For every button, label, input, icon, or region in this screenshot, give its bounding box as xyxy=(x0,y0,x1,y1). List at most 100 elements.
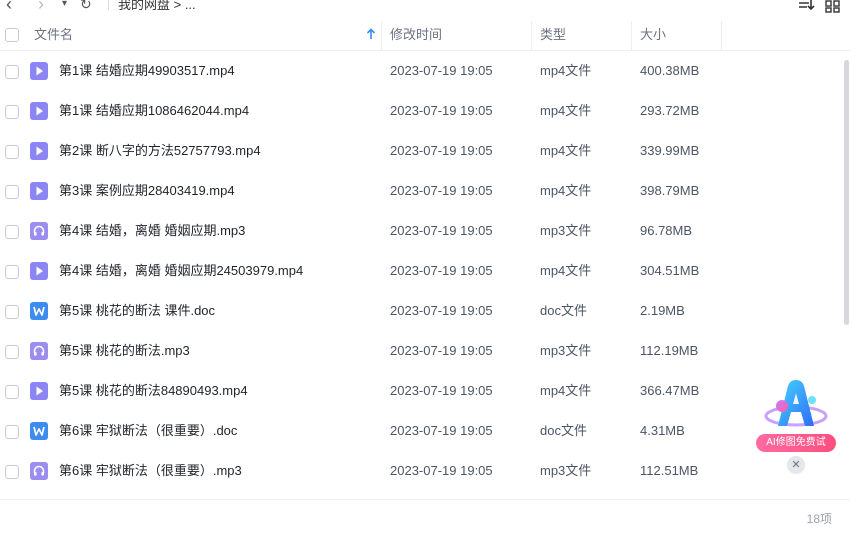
file-modified-time: 2023-07-19 19:05 xyxy=(390,303,493,318)
file-modified-time: 2023-07-19 19:05 xyxy=(390,63,493,78)
file-name[interactable]: 第1课 结婚应期1086462044.mp4 xyxy=(59,91,249,131)
file-type: mp4文件 xyxy=(540,103,592,118)
file-size: 96.78MB xyxy=(640,223,693,238)
file-modified-time: 2023-07-19 19:05 xyxy=(390,263,493,278)
video-icon xyxy=(30,62,48,80)
select-all-checkbox[interactable] xyxy=(5,28,19,42)
file-modified-time: 2023-07-19 19:05 xyxy=(390,223,493,238)
file-row[interactable]: 第2课 断八字的方法52757793.mp4 2023-07-19 19:05 … xyxy=(0,131,850,171)
file-name[interactable]: 第4课 结婚，离婚 婚姻应期24503979.mp4 xyxy=(59,251,303,291)
file-size: 112.51MB xyxy=(640,463,699,478)
file-name[interactable]: 第1课 结婚应期49903517.mp4 xyxy=(59,51,235,91)
file-row[interactable]: 第6课 牢狱断法（很重要）.doc 2023-07-19 19:05 doc文件… xyxy=(0,411,850,451)
row-checkbox[interactable] xyxy=(5,385,19,399)
file-modified-time: 2023-07-19 19:05 xyxy=(390,183,493,198)
grid-view-icon[interactable] xyxy=(824,0,842,13)
file-name[interactable]: 第5课 桃花的断法 课件.doc xyxy=(59,291,215,331)
file-size: 400.38MB xyxy=(640,63,700,78)
word-icon xyxy=(30,302,48,320)
sort-icon[interactable] xyxy=(797,0,815,13)
audio-icon xyxy=(30,222,48,240)
sort-ascending-icon[interactable] xyxy=(366,28,376,40)
row-checkbox[interactable] xyxy=(5,65,19,79)
forward-icon[interactable]: › xyxy=(38,0,44,15)
file-modified-time: 2023-07-19 19:05 xyxy=(390,103,493,118)
top-toolbar: ‹ › ▾ ↻ 我的网盘 > ... xyxy=(0,0,850,16)
file-modified-time: 2023-07-19 19:05 xyxy=(390,343,493,358)
row-checkbox[interactable] xyxy=(5,465,19,479)
breadcrumb[interactable]: 我的网盘 > ... xyxy=(118,0,196,13)
file-size: 293.72MB xyxy=(640,103,700,118)
video-icon xyxy=(30,102,48,120)
file-size: 398.79MB xyxy=(640,183,700,198)
file-row[interactable]: 第5课 桃花的断法 课件.doc 2023-07-19 19:05 doc文件 … xyxy=(0,291,850,331)
row-checkbox[interactable] xyxy=(5,225,19,239)
file-type: mp4文件 xyxy=(540,383,592,398)
file-size: 2.19MB xyxy=(640,303,685,318)
file-size: 339.99MB xyxy=(640,143,700,158)
file-modified-time: 2023-07-19 19:05 xyxy=(390,463,493,478)
row-checkbox[interactable] xyxy=(5,305,19,319)
file-name[interactable]: 第5课 桃花的断法84890493.mp4 xyxy=(59,371,248,411)
file-type: doc文件 xyxy=(540,303,587,318)
file-list-header: 文件名 修改时间 类型 大小 xyxy=(0,16,850,51)
column-divider[interactable] xyxy=(381,21,382,50)
item-count: 18项 xyxy=(806,512,832,526)
file-row[interactable]: 第5课 桃花的断法.mp3 2023-07-19 19:05 mp3文件 112… xyxy=(0,331,850,371)
file-row[interactable]: 第1课 结婚应期49903517.mp4 2023-07-19 19:05 mp… xyxy=(0,51,850,91)
vertical-scrollbar[interactable] xyxy=(844,60,849,325)
back-icon[interactable]: ‹ xyxy=(6,0,12,15)
close-icon[interactable]: ✕ xyxy=(787,456,805,474)
file-type: mp4文件 xyxy=(540,63,592,78)
audio-icon xyxy=(30,462,48,480)
file-size: 4.31MB xyxy=(640,423,685,438)
video-icon xyxy=(30,142,48,160)
row-checkbox[interactable] xyxy=(5,345,19,359)
column-header-modified[interactable]: 修改时间 xyxy=(390,16,442,50)
file-name[interactable]: 第5课 桃花的断法.mp3 xyxy=(59,331,190,371)
column-divider[interactable] xyxy=(721,21,722,50)
column-divider[interactable] xyxy=(631,21,632,50)
file-row[interactable]: 第5课 桃花的断法84890493.mp4 2023-07-19 19:05 m… xyxy=(0,371,850,411)
column-header-size[interactable]: 大小 xyxy=(640,16,666,50)
column-divider[interactable] xyxy=(531,21,532,50)
file-row[interactable]: 第6课 牢狱断法（很重要）.mp3 2023-07-19 19:05 mp3文件… xyxy=(0,451,850,491)
file-modified-time: 2023-07-19 19:05 xyxy=(390,423,493,438)
column-header-type[interactable]: 类型 xyxy=(540,16,566,50)
row-checkbox[interactable] xyxy=(5,265,19,279)
row-checkbox[interactable] xyxy=(5,105,19,119)
file-modified-time: 2023-07-19 19:05 xyxy=(390,143,493,158)
row-checkbox[interactable] xyxy=(5,185,19,199)
file-size: 366.47MB xyxy=(640,383,700,398)
row-checkbox[interactable] xyxy=(5,425,19,439)
row-checkbox[interactable] xyxy=(5,145,19,159)
file-modified-time: 2023-07-19 19:05 xyxy=(390,383,493,398)
file-row[interactable]: 第3课 案例应期28403419.mp4 2023-07-19 19:05 mp… xyxy=(0,171,850,211)
file-name[interactable]: 第4课 结婚，离婚 婚姻应期.mp3 xyxy=(59,211,245,251)
file-name[interactable]: 第6课 牢狱断法（很重要）.mp3 xyxy=(59,451,242,491)
file-name[interactable]: 第3课 案例应期28403419.mp4 xyxy=(59,171,235,211)
word-icon xyxy=(30,422,48,440)
ai-mascot-icon[interactable] xyxy=(760,376,832,438)
ai-promo-widget[interactable]: AI修图免费试 ✕ xyxy=(754,376,838,474)
refresh-icon[interactable]: ↻ xyxy=(80,0,92,13)
history-dropdown-icon[interactable]: ▾ xyxy=(62,0,67,9)
status-bar: 18项 xyxy=(0,499,850,534)
file-name[interactable]: 第2课 断八字的方法52757793.mp4 xyxy=(59,131,261,171)
toolbar-divider xyxy=(108,0,109,10)
file-type: mp4文件 xyxy=(540,143,592,158)
file-size: 112.19MB xyxy=(640,343,699,358)
file-type: mp3文件 xyxy=(540,343,592,358)
file-type: mp3文件 xyxy=(540,223,592,238)
file-row[interactable]: 第1课 结婚应期1086462044.mp4 2023-07-19 19:05 … xyxy=(0,91,850,131)
ai-promo-label[interactable]: AI修图免费试 xyxy=(756,434,836,452)
file-size: 304.51MB xyxy=(640,263,700,278)
file-name[interactable]: 第6课 牢狱断法（很重要）.doc xyxy=(59,411,237,451)
file-type: mp4文件 xyxy=(540,183,592,198)
file-row[interactable]: 第4课 结婚，离婚 婚姻应期24503979.mp4 2023-07-19 19… xyxy=(0,251,850,291)
video-icon xyxy=(30,182,48,200)
file-type: doc文件 xyxy=(540,423,587,438)
column-header-name[interactable]: 文件名 xyxy=(34,16,73,50)
file-row[interactable]: 第4课 结婚，离婚 婚姻应期.mp3 2023-07-19 19:05 mp3文… xyxy=(0,211,850,251)
file-type: mp4文件 xyxy=(540,263,592,278)
